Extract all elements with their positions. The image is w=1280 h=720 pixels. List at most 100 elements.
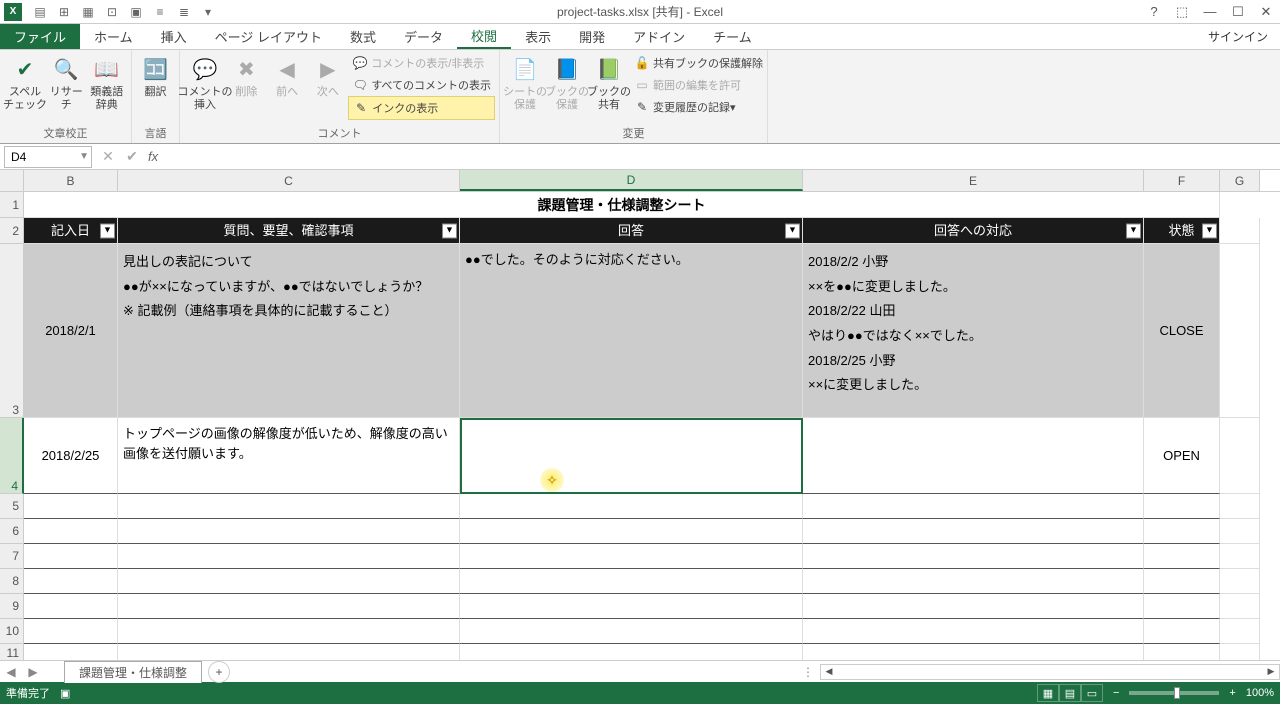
cell[interactable] <box>1220 519 1260 544</box>
cell[interactable] <box>1144 644 1220 660</box>
header-question[interactable]: 質問、要望、確認事項▼ <box>118 218 460 244</box>
scroll-left-icon[interactable]: ◀ <box>821 665 837 679</box>
cell[interactable] <box>24 569 118 594</box>
col-header-D[interactable]: D <box>460 170 803 191</box>
sheet-tab[interactable]: 課題管理・仕様調整 <box>64 661 202 683</box>
row-header-1[interactable]: 1 <box>0 192 24 218</box>
tab-review[interactable]: 校閲 <box>457 24 511 49</box>
filter-button[interactable]: ▼ <box>1126 223 1141 238</box>
row-header-6[interactable]: 6 <box>0 519 24 544</box>
help-icon[interactable]: ? <box>1140 2 1168 22</box>
cell[interactable] <box>118 619 460 644</box>
thesaurus-button[interactable]: 📖類義語 辞典 <box>87 52 128 120</box>
header-answer[interactable]: 回答▼ <box>460 218 803 244</box>
tab-view[interactable]: 表示 <box>511 24 565 49</box>
qat-icon[interactable]: ⊞ <box>54 3 74 21</box>
scroll-split-icon[interactable]: ⋮ <box>802 665 814 679</box>
cell[interactable] <box>118 544 460 569</box>
cell[interactable] <box>1220 218 1260 244</box>
cell[interactable] <box>118 494 460 519</box>
filter-button[interactable]: ▼ <box>1202 223 1217 238</box>
row-header-11[interactable]: 11 <box>0 644 24 660</box>
cell[interactable] <box>803 494 1144 519</box>
cell[interactable] <box>803 644 1144 660</box>
cell[interactable] <box>118 644 460 660</box>
select-all-corner[interactable] <box>0 170 24 191</box>
cell[interactable] <box>1220 544 1260 569</box>
qat-icon[interactable]: ⊡ <box>102 3 122 21</box>
view-page-layout-icon[interactable]: ▤ <box>1059 684 1081 702</box>
row-header-2[interactable]: 2 <box>0 218 24 244</box>
cell[interactable] <box>118 569 460 594</box>
row-header-8[interactable]: 8 <box>0 569 24 594</box>
zoom-slider[interactable] <box>1129 691 1219 695</box>
tab-home[interactable]: ホーム <box>80 24 147 49</box>
cell[interactable] <box>24 619 118 644</box>
tab-formulas[interactable]: 数式 <box>336 24 390 49</box>
cell-C4[interactable]: トップページの画像の解像度が低いため、解像度の高い画像を送付願います。 <box>118 418 460 494</box>
cell[interactable] <box>803 519 1144 544</box>
name-box-dropdown-icon[interactable]: ▼ <box>79 151 89 162</box>
cell[interactable] <box>24 494 118 519</box>
cell[interactable] <box>118 594 460 619</box>
col-header-E[interactable]: E <box>803 170 1144 191</box>
cell[interactable] <box>1220 569 1260 594</box>
filter-button[interactable]: ▼ <box>442 223 457 238</box>
cell[interactable] <box>460 644 803 660</box>
cell[interactable] <box>24 544 118 569</box>
new-sheet-button[interactable]: + <box>208 661 230 683</box>
cell[interactable] <box>803 544 1144 569</box>
formula-input[interactable] <box>162 146 1280 168</box>
sheet-nav-next[interactable]: ▶ <box>22 665 44 679</box>
cell-E3[interactable]: 2018/2/2 小野 ××を●●に変更しました。 2018/2/22 山田 や… <box>803 244 1144 418</box>
col-header-G[interactable]: G <box>1220 170 1260 191</box>
cell-C3[interactable]: 見出しの表記について ●●が××になっていますが、●●ではないでしょうか？ ※ … <box>118 244 460 418</box>
cell-B4[interactable]: 2018/2/25 <box>24 418 118 494</box>
tab-addins[interactable]: アドイン <box>619 24 699 49</box>
cell[interactable] <box>1220 244 1260 418</box>
cell[interactable] <box>1220 619 1260 644</box>
cell[interactable] <box>1144 619 1220 644</box>
qat-dropdown-icon[interactable]: ▾ <box>198 3 218 21</box>
cell[interactable] <box>1144 594 1220 619</box>
share-workbook-button[interactable]: 📗ブックの 共有 <box>588 52 630 120</box>
cell[interactable] <box>1220 418 1260 494</box>
tab-page-layout[interactable]: ページ レイアウト <box>201 24 336 49</box>
maximize-icon[interactable]: ☐ <box>1224 2 1252 22</box>
translate-button[interactable]: 🈁翻訳 <box>136 52 175 120</box>
tab-insert[interactable]: 挿入 <box>147 24 201 49</box>
zoom-in-button[interactable]: + <box>1229 687 1235 699</box>
zoom-level[interactable]: 100% <box>1246 687 1274 699</box>
qat-icon[interactable]: ≡ <box>150 3 170 21</box>
cell[interactable] <box>1144 544 1220 569</box>
qat-icon[interactable]: ≣ <box>174 3 194 21</box>
cell[interactable] <box>118 519 460 544</box>
col-header-F[interactable]: F <box>1144 170 1220 191</box>
view-normal-icon[interactable]: ▦ <box>1037 684 1059 702</box>
qat-icon[interactable]: ▦ <box>78 3 98 21</box>
header-entry-date[interactable]: 記入日▼ <box>24 218 118 244</box>
cell[interactable] <box>24 519 118 544</box>
tab-developer[interactable]: 開発 <box>565 24 619 49</box>
qat-save-icon[interactable]: ▤ <box>30 3 50 21</box>
cell[interactable] <box>1220 644 1260 660</box>
cell[interactable] <box>460 544 803 569</box>
show-ink-button[interactable]: ✎インクの表示 <box>348 96 495 120</box>
cell[interactable] <box>460 519 803 544</box>
row-header-10[interactable]: 10 <box>0 619 24 644</box>
header-status[interactable]: 状態▼ <box>1144 218 1220 244</box>
cell[interactable] <box>803 594 1144 619</box>
horizontal-scrollbar[interactable]: ◀ ▶ <box>820 664 1280 680</box>
sheet-nav-prev[interactable]: ◀ <box>0 665 22 679</box>
row-header-3[interactable]: 3 <box>0 244 24 418</box>
filter-button[interactable]: ▼ <box>100 223 115 238</box>
cell[interactable] <box>460 494 803 519</box>
cell[interactable] <box>24 594 118 619</box>
track-changes-button[interactable]: ✎変更履歴の記録 ▾ <box>630 96 767 118</box>
cell[interactable] <box>460 569 803 594</box>
cell[interactable] <box>1220 494 1260 519</box>
cell-B3[interactable]: 2018/2/1 <box>24 244 118 418</box>
cell-D4-selected[interactable]: ✧ <box>460 418 803 494</box>
cell-F4[interactable]: OPEN <box>1144 418 1220 494</box>
cell-D3[interactable]: ●●でした。そのように対応ください。 <box>460 244 803 418</box>
